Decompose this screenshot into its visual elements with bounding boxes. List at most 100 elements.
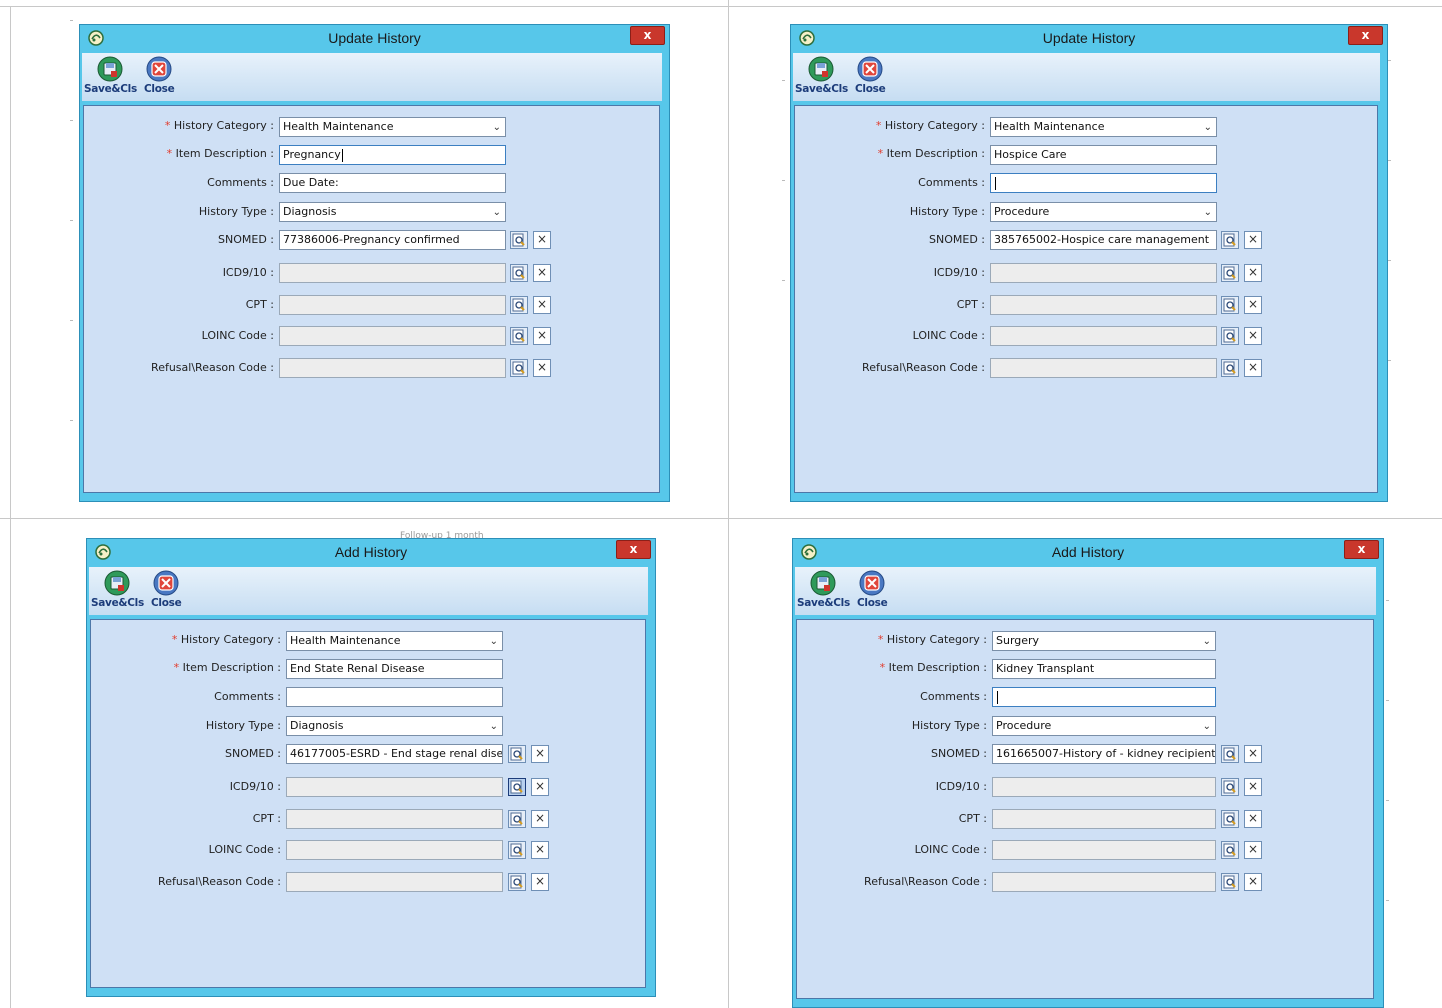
history-category-label: * History Category : (875, 119, 985, 132)
cpt-lookup-button[interactable] (1221, 810, 1239, 828)
loinc-field[interactable] (990, 326, 1217, 346)
snomed-lookup-button[interactable] (1221, 745, 1239, 763)
refusal-reason-field[interactable] (992, 872, 1216, 892)
history-category-select[interactable]: Health Maintenance ⌄ (990, 117, 1217, 137)
loinc-lookup-button[interactable] (508, 841, 526, 859)
history-category-select[interactable]: Surgery ⌄ (992, 631, 1216, 651)
snomed-clear-button[interactable]: × (1244, 745, 1262, 763)
close-label: Close (144, 83, 175, 95)
loinc-field[interactable] (279, 326, 506, 346)
snomed-field[interactable]: 46177005-ESRD - End stage renal disease (286, 744, 503, 764)
icd-field[interactable] (286, 777, 503, 797)
close-window-button[interactable]: x (630, 26, 665, 45)
history-category-select[interactable]: Health Maintenance ⌄ (279, 117, 506, 137)
background-tick (782, 180, 785, 181)
item-description-input[interactable]: Hospice Care (990, 145, 1217, 165)
refusal-lookup-button[interactable] (508, 873, 526, 891)
refusal-lookup-button[interactable] (510, 359, 528, 377)
snomed-clear-button[interactable]: × (533, 231, 551, 249)
icd-field[interactable] (990, 263, 1217, 283)
refusal-reason-field[interactable] (990, 358, 1217, 378)
history-type-select[interactable]: Diagnosis ⌄ (286, 716, 503, 736)
snomed-clear-button[interactable]: × (531, 745, 549, 763)
close-window-button[interactable]: x (1344, 540, 1379, 559)
comments-input[interactable]: Due Date: (279, 173, 506, 193)
comments-input[interactable] (990, 173, 1217, 193)
snomed-lookup-button[interactable] (1221, 231, 1239, 249)
refusal-reason-field[interactable] (279, 358, 506, 378)
icd-lookup-button[interactable] (1221, 264, 1239, 282)
cpt-clear-button[interactable]: × (533, 296, 551, 314)
chevron-down-icon: ⌄ (1202, 721, 1211, 732)
loinc-field[interactable] (992, 840, 1216, 860)
title-bar[interactable]: Update History x (80, 25, 669, 51)
icd-clear-button[interactable]: × (531, 778, 549, 796)
icd-clear-button[interactable]: × (533, 264, 551, 282)
snomed-field[interactable]: 385765002-Hospice care management (990, 230, 1217, 250)
icd-field[interactable] (279, 263, 506, 283)
history-category-select[interactable]: Health Maintenance ⌄ (286, 631, 503, 651)
save-close-button[interactable]: Save&Cls (797, 570, 850, 609)
cpt-field[interactable] (992, 809, 1216, 829)
history-type-select[interactable]: Diagnosis ⌄ (279, 202, 506, 222)
loinc-clear-button[interactable]: × (531, 841, 549, 859)
cpt-clear-button[interactable]: × (1244, 296, 1262, 314)
loinc-field[interactable] (286, 840, 503, 860)
background-tick (1388, 160, 1391, 161)
cpt-clear-button[interactable]: × (531, 810, 549, 828)
item-description-input[interactable]: Kidney Transplant (992, 659, 1216, 679)
title-bar[interactable]: Add History x (87, 539, 655, 565)
cpt-lookup-button[interactable] (1221, 296, 1239, 314)
icd-clear-button[interactable]: × (1244, 264, 1262, 282)
comments-input[interactable] (992, 687, 1216, 707)
icd-field[interactable] (992, 777, 1216, 797)
refusal-lookup-button[interactable] (1221, 359, 1239, 377)
refusal-reason-field[interactable] (286, 872, 503, 892)
refusal-clear-button[interactable]: × (1244, 359, 1262, 377)
title-bar[interactable]: Update History x (791, 25, 1387, 51)
save-close-button[interactable]: Save&Cls (795, 56, 848, 95)
background-tick (782, 80, 785, 81)
close-button[interactable]: Close (855, 56, 886, 95)
cpt-field[interactable] (279, 295, 506, 315)
icd-lookup-button[interactable] (508, 778, 526, 796)
snomed-lookup-button[interactable] (508, 745, 526, 763)
icd-lookup-button[interactable] (510, 264, 528, 282)
title-bar[interactable]: Add History x (793, 539, 1383, 565)
save-close-button[interactable]: Save&Cls (91, 570, 144, 609)
snomed-field[interactable]: 161665007-History of - kidney recipient (992, 744, 1216, 764)
cpt-field[interactable] (990, 295, 1217, 315)
loinc-lookup-button[interactable] (510, 327, 528, 345)
loinc-lookup-button[interactable] (1221, 841, 1239, 859)
comments-label: Comments : (920, 690, 987, 703)
close-button[interactable]: Close (144, 56, 175, 95)
close-window-button[interactable]: x (1348, 26, 1383, 45)
close-button[interactable]: Close (151, 570, 182, 609)
refusal-clear-button[interactable]: × (533, 359, 551, 377)
close-window-button[interactable]: x (616, 540, 651, 559)
icd-clear-button[interactable]: × (1244, 778, 1262, 796)
loinc-clear-button[interactable]: × (533, 327, 551, 345)
cpt-lookup-button[interactable] (510, 296, 528, 314)
refusal-clear-button[interactable]: × (1244, 873, 1262, 891)
loinc-clear-button[interactable]: × (1244, 327, 1262, 345)
refusal-lookup-button[interactable] (1221, 873, 1239, 891)
cpt-field[interactable] (286, 809, 503, 829)
loinc-clear-button[interactable]: × (1244, 841, 1262, 859)
snomed-lookup-button[interactable] (510, 231, 528, 249)
loinc-lookup-button[interactable] (1221, 327, 1239, 345)
icd-lookup-button[interactable] (1221, 778, 1239, 796)
item-description-input[interactable]: End State Renal Disease (286, 659, 503, 679)
snomed-clear-button[interactable]: × (1244, 231, 1262, 249)
refusal-clear-button[interactable]: × (531, 873, 549, 891)
item-description-input[interactable]: Pregnancy (279, 145, 506, 165)
history-type-select[interactable]: Procedure ⌄ (992, 716, 1216, 736)
cpt-clear-button[interactable]: × (1244, 810, 1262, 828)
close-button[interactable]: Close (857, 570, 888, 609)
history-type-select[interactable]: Procedure ⌄ (990, 202, 1217, 222)
save-close-button[interactable]: Save&Cls (84, 56, 137, 95)
chevron-down-icon: ⌄ (1202, 636, 1211, 647)
cpt-lookup-button[interactable] (508, 810, 526, 828)
comments-input[interactable] (286, 687, 503, 707)
snomed-field[interactable]: 77386006-Pregnancy confirmed (279, 230, 506, 250)
